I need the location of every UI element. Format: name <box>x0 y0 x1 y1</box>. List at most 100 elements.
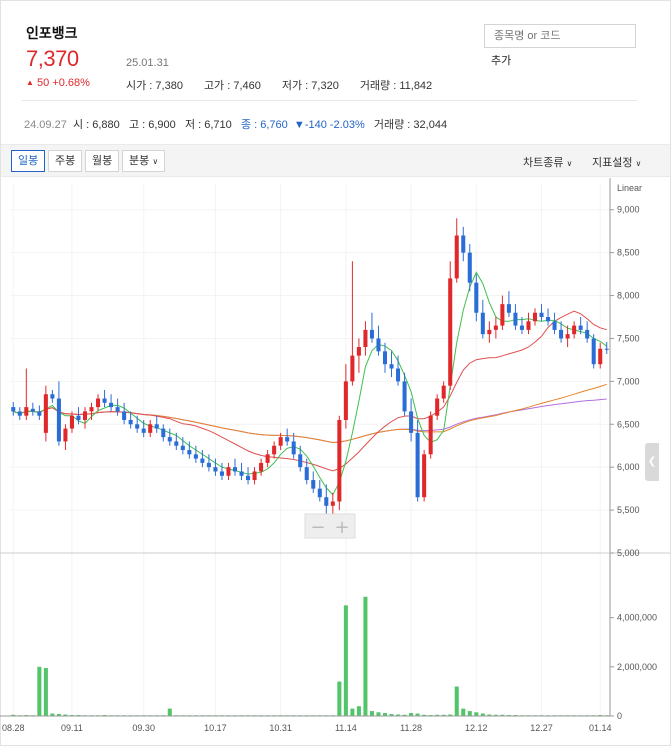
volume-bar <box>363 596 368 716</box>
candle-body <box>435 398 440 416</box>
volume-tick-label: 2,000,000 <box>617 662 657 672</box>
candle-body <box>448 278 453 386</box>
price-tick-label: 6,500 <box>617 419 640 429</box>
candle-body <box>56 398 61 442</box>
candle-body <box>480 312 485 335</box>
candle-body <box>96 398 101 408</box>
time-tick-label: 11.28 <box>400 723 422 733</box>
info-date: 24.09.27 <box>24 119 67 131</box>
candle-body <box>389 364 394 369</box>
time-tick-label: 10.17 <box>204 723 227 733</box>
indicator-dropdown[interactable]: 지표설정 ∨ <box>592 154 641 170</box>
ma20-line <box>13 310 607 472</box>
volume-bar <box>474 712 479 716</box>
candle-body <box>474 282 479 313</box>
time-tick-label: 11.14 <box>335 723 357 733</box>
tab-daily[interactable]: 일봉 <box>11 150 46 172</box>
volume-bar <box>43 668 48 716</box>
ohlc-summary: 시가 : 7,380 고가 : 7,460 저가 : 7,320 거래량 : 1… <box>126 77 432 93</box>
ma120-line <box>13 398 607 444</box>
up-arrow-icon: ▲ <box>26 78 34 87</box>
volume-tick-label: 0 <box>617 711 622 721</box>
candle-body <box>526 321 531 330</box>
price-chart[interactable]: 9,000 8,500 8,000 7,500 7,000 6,500 6,000 5,500… <box>0 178 670 746</box>
candle-body <box>239 471 244 476</box>
candle-body <box>82 411 88 420</box>
candle-body <box>604 348 609 350</box>
info-low: 저 : 6,710 <box>184 119 232 131</box>
side-panel-toggle[interactable]: ❮ <box>645 443 659 481</box>
candle-body <box>552 321 557 330</box>
candle-body <box>109 402 114 408</box>
volume-tick-label: 4,000,000 <box>617 613 657 623</box>
candle-body <box>265 454 270 463</box>
change-value: 50 +0.68% <box>36 77 90 89</box>
price-tick-label: 7,000 <box>617 376 640 386</box>
candle-body <box>578 325 583 330</box>
price-tick-label: 7,500 <box>617 333 640 343</box>
candle-body <box>493 325 498 330</box>
candle-body <box>89 407 94 412</box>
time-tick-label: 09.11 <box>61 723 83 733</box>
chevron-down-icon: ∨ <box>635 159 642 168</box>
price-tick-label: 8,500 <box>617 248 640 258</box>
candle-body <box>337 419 342 502</box>
time-tick-label: 01.14 <box>589 723 612 733</box>
candle-body <box>369 329 374 339</box>
candle-body <box>461 235 466 253</box>
volume-bar <box>37 666 42 716</box>
ma60-line <box>13 383 607 444</box>
candle-body <box>532 312 538 322</box>
candle-body <box>585 329 590 339</box>
chart-type-dropdown[interactable]: 차트종류 ∨ <box>523 154 572 170</box>
candle-body <box>232 467 238 472</box>
candle-body <box>180 445 185 451</box>
low-value: 저가 : 7,320 <box>281 80 339 92</box>
scale-label: Linear <box>617 183 642 193</box>
volume-bar <box>461 708 466 716</box>
candle-body <box>161 428 166 438</box>
candle-body <box>304 467 309 481</box>
zoom-out-button[interactable]: − <box>310 517 325 538</box>
candle-body <box>135 424 140 429</box>
candle-body <box>396 368 401 382</box>
candle-body <box>311 480 316 489</box>
price-tick-label: 5,000 <box>617 548 640 558</box>
candle-body <box>467 252 472 283</box>
info-volume: 거래량 : 32,044 <box>373 119 448 131</box>
candle-body <box>154 424 159 429</box>
candle-body <box>200 458 205 463</box>
volume-bar <box>376 712 381 716</box>
tab-minute-label: 분봉 <box>129 155 150 167</box>
candle-body <box>63 428 68 442</box>
tab-minute[interactable]: 분봉 ∨ <box>122 150 166 172</box>
zoom-in-button[interactable]: + <box>334 517 349 538</box>
time-tick-label: 12.27 <box>530 723 553 733</box>
open-value: 시가 : 7,380 <box>126 80 183 92</box>
chart-type-label: 차트종류 <box>523 157 564 169</box>
stock-search-input[interactable] <box>484 24 636 48</box>
tab-weekly[interactable]: 주봉 <box>48 150 83 172</box>
candle-body <box>500 304 505 326</box>
time-tick-label: 08.28 <box>2 723 25 733</box>
chart-axes: 9,000 8,500 8,000 7,500 7,000 6,500 6,000 5,500… <box>0 178 670 733</box>
info-open: 시 : 6,880 <box>72 119 120 131</box>
candle-body <box>11 407 16 412</box>
candle-body <box>343 381 348 420</box>
tab-monthly[interactable]: 월봉 <box>85 150 120 172</box>
candle-body <box>382 351 388 365</box>
volume-bar <box>454 686 459 716</box>
candle-body <box>559 329 564 339</box>
candle-body <box>441 385 446 399</box>
chevron-left-icon: ❮ <box>647 456 657 467</box>
candle-body <box>167 437 172 442</box>
volume-bar <box>467 711 472 716</box>
candle-body <box>206 462 211 468</box>
add-button[interactable]: 추가 <box>491 52 511 68</box>
candle-body <box>285 437 290 442</box>
candle-body <box>246 475 251 481</box>
price-tick-label: 9,000 <box>617 205 640 215</box>
candle-body <box>219 471 224 476</box>
candle-body <box>272 445 277 455</box>
candle-body <box>487 329 492 335</box>
